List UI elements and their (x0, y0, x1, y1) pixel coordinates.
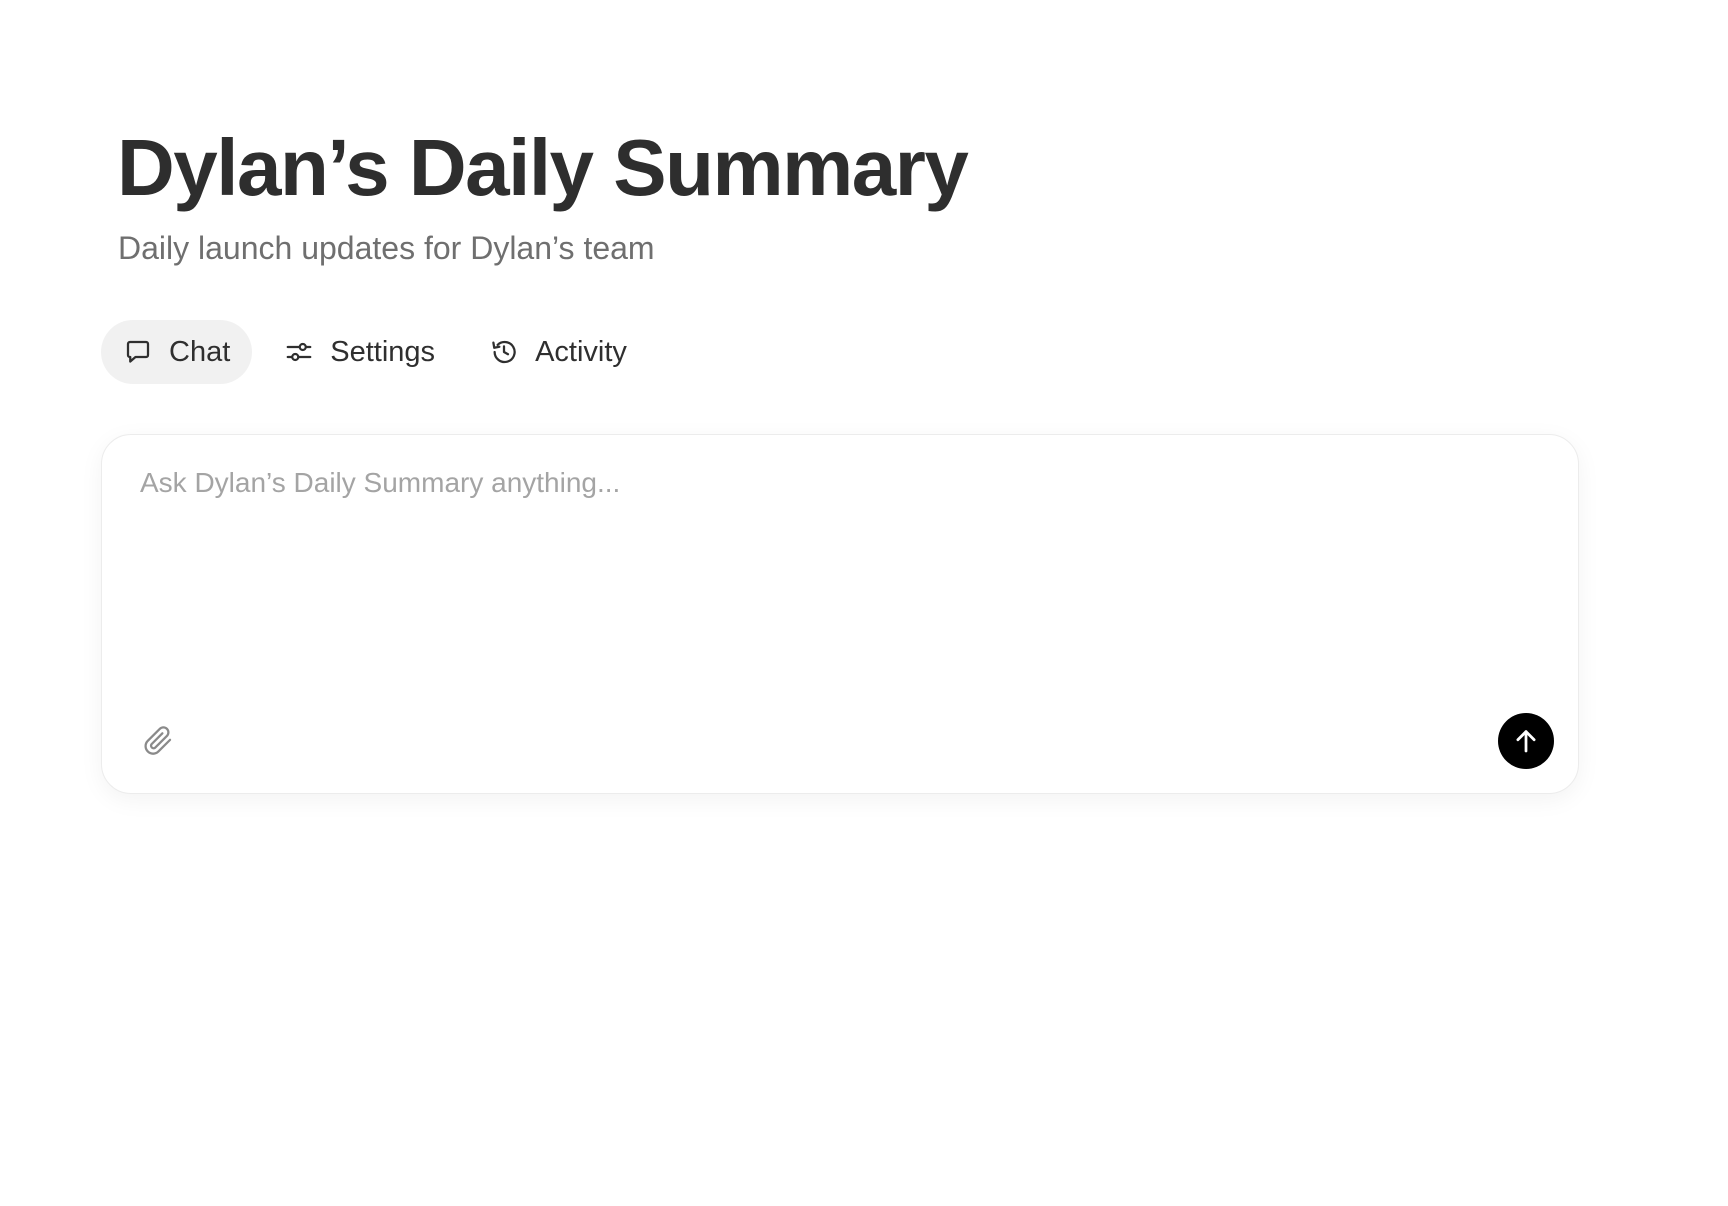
chat-input[interactable] (140, 465, 1530, 685)
tab-settings-label: Settings (330, 335, 436, 368)
tab-chat[interactable]: Chat (101, 320, 253, 384)
chat-composer (101, 434, 1579, 794)
sliders-icon (284, 337, 314, 367)
tab-chat-label: Chat (169, 335, 231, 368)
tab-activity[interactable]: Activity (467, 320, 649, 384)
tab-activity-label: Activity (535, 335, 627, 368)
tab-settings[interactable]: Settings (262, 320, 457, 384)
paperclip-icon (144, 726, 172, 755)
attach-button[interactable] (138, 721, 178, 761)
tab-bar: Chat Settings Activity (101, 320, 649, 384)
send-button[interactable] (1498, 713, 1554, 769)
arrow-up-icon (1516, 730, 1536, 753)
chat-bubble-icon (123, 337, 153, 367)
page-subtitle: Daily launch updates for Dylan’s team (118, 230, 655, 266)
page-title: Dylan’s Daily Summary (117, 123, 969, 212)
history-clock-icon (489, 337, 519, 367)
